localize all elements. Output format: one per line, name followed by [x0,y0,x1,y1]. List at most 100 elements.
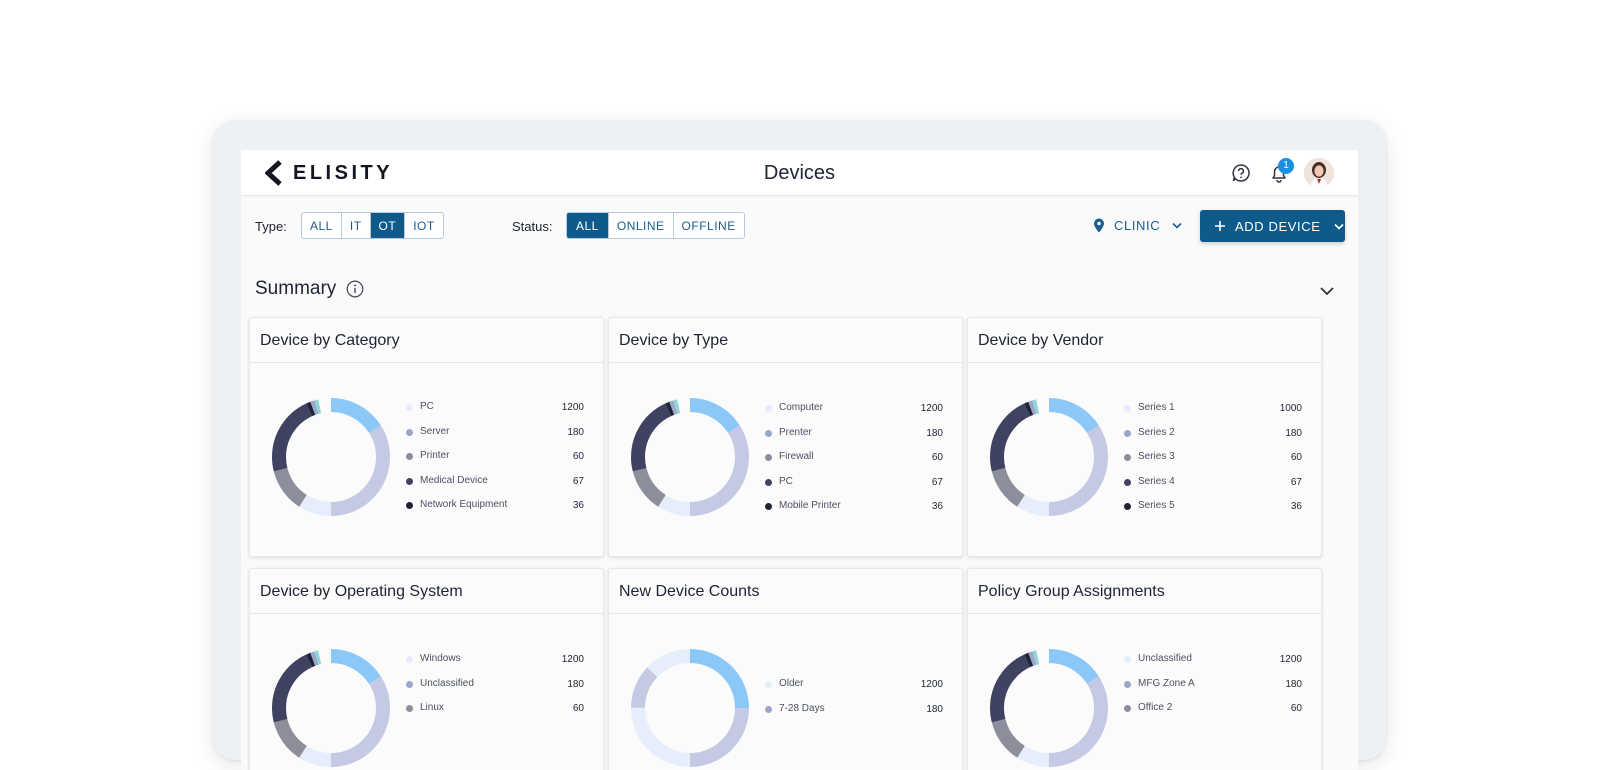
legend-value: 1200 [1279,654,1302,665]
donut-chart[interactable] [627,394,753,520]
type-option-it[interactable]: IT [342,213,371,238]
user-avatar[interactable] [1304,158,1334,188]
chevron-down-icon[interactable] [1334,223,1345,230]
chart-legend: Series 1 1000 Series 2 180 Series 3 60 S… [1122,401,1302,524]
legend-dot-icon [765,478,772,486]
card-divider [968,362,1321,363]
help-icon[interactable] [1231,163,1251,183]
legend-value: 60 [572,451,584,462]
status-option-online[interactable]: ONLINE [609,213,674,238]
legend-item[interactable]: Linux 60 [404,701,584,726]
chart-legend: Computer 1200 Prenter 180 Firewall 60 PC… [763,401,943,524]
top-bar: ELISITY Devices 1 [241,150,1358,196]
legend-label: Series 3 [1138,451,1175,462]
legend-item[interactable]: Prenter 180 [763,426,943,451]
legend-dot-icon [765,405,772,412]
type-option-ot[interactable]: OT [370,213,406,238]
status-option-offline[interactable]: OFFLINE [674,213,744,238]
legend-value: 36 [572,500,584,511]
chart-legend: Older 1200 7-28 Days 180 [763,677,943,726]
status-option-all[interactable]: ALL [567,213,609,238]
legend-item[interactable]: PC 67 [763,475,943,500]
legend-dot-icon [1124,705,1131,712]
legend-dot-icon [406,680,413,688]
collapse-chevron-icon[interactable] [1319,283,1335,299]
legend-value: 67 [572,475,584,487]
card-divider [609,613,962,614]
legend-label: Series 4 [1138,475,1175,487]
legend-dot-icon [1124,405,1131,412]
legend-label: Windows [420,653,461,664]
legend-item[interactable]: Series 1 1000 [1122,401,1302,426]
donut-chart[interactable] [986,394,1112,520]
legend-item[interactable]: Office 2 60 [1122,701,1302,726]
legend-label: Mobile Printer [779,500,841,511]
card-title: Device by Operating System [260,583,463,600]
legend-item[interactable]: Network Equipment 36 [404,498,584,523]
add-device-button[interactable]: ADD DEVICE [1200,210,1345,242]
donut-chart[interactable] [268,394,394,520]
legend-dot-icon [765,454,772,461]
legend-value: 180 [1285,427,1302,439]
card-device-by-category: Device by Category PC 1200 Server 180 Pr… [249,317,604,557]
card-device-by-os: Device by Operating System Windows 1200 … [249,568,604,770]
legend-dot-icon [765,503,772,510]
legend-dot-icon [765,429,772,437]
filter-row: Type: ALL IT OT IOT Status: ALL ONLINE O… [255,210,1345,242]
type-option-all[interactable]: ALL [302,213,342,238]
legend-value: 60 [931,452,943,463]
notification-badge: 1 [1278,158,1294,174]
donut-chart[interactable] [627,645,753,770]
legend-label: Medical Device [420,474,488,486]
legend-item[interactable]: 7-28 Days 180 [763,702,943,727]
legend-item[interactable]: Mobile Printer 36 [763,499,943,524]
legend-item[interactable]: Unclassified 180 [404,677,584,702]
legend-item[interactable]: Older 1200 [763,677,943,702]
donut-chart[interactable] [268,645,394,770]
legend-item[interactable]: Firewall 60 [763,450,943,475]
card-divider [968,613,1321,614]
legend-value: 180 [926,427,943,439]
legend-value: 1000 [1279,403,1302,414]
legend-item[interactable]: Medical Device 67 [404,474,584,499]
legend-item[interactable]: Printer 60 [404,449,584,474]
type-option-iot[interactable]: IOT [405,213,443,238]
page-title: Devices [763,162,836,184]
legend-dot-icon [1124,656,1131,663]
plus-icon [1215,221,1225,231]
legend-value: 60 [572,703,584,714]
legend-value: 67 [1290,476,1302,488]
card-title: Device by Type [619,332,729,349]
card-title: Device by Category [260,332,400,349]
type-segmented-control: ALL IT OT IOT [301,212,444,239]
legend-value: 60 [1290,703,1302,714]
legend-item[interactable]: Series 2 180 [1122,426,1302,451]
donut-chart[interactable] [986,645,1112,770]
legend-item[interactable]: Series 4 67 [1122,475,1302,500]
type-label: Type: [255,219,287,234]
card-device-by-type: Device by Type Computer 1200 Prenter 180… [608,317,963,557]
legend-value: 1200 [561,654,584,665]
legend-item[interactable]: Computer 1200 [763,401,943,426]
legend-value: 1200 [561,402,584,413]
card-title: Policy Group Assignments [978,583,1165,600]
chart-legend: Windows 1200 Unclassified 180 Linux 60 [404,652,584,726]
location-dropdown[interactable]: CLINIC [1093,218,1182,233]
legend-label: Series 1 [1138,402,1175,413]
legend-item[interactable]: Windows 1200 [404,652,584,677]
info-icon[interactable] [346,280,364,298]
legend-item[interactable]: MFG Zone A 180 [1122,677,1302,702]
legend-label: Firewall [779,451,814,462]
legend-dot-icon [1124,454,1131,461]
legend-item[interactable]: Server 180 [404,425,584,450]
legend-item[interactable]: Series 3 60 [1122,450,1302,475]
legend-item[interactable]: PC 1200 [404,400,584,425]
legend-item[interactable]: Series 5 36 [1122,499,1302,524]
legend-dot-icon [1124,478,1131,486]
legend-item[interactable]: Unclassified 1200 [1122,652,1302,677]
legend-label: Series 2 [1138,426,1175,438]
location-value: CLINIC [1114,218,1161,233]
legend-label: Unclassified [420,677,474,689]
chevron-down-icon [1172,222,1182,229]
add-device-label: ADD DEVICE [1235,218,1321,234]
